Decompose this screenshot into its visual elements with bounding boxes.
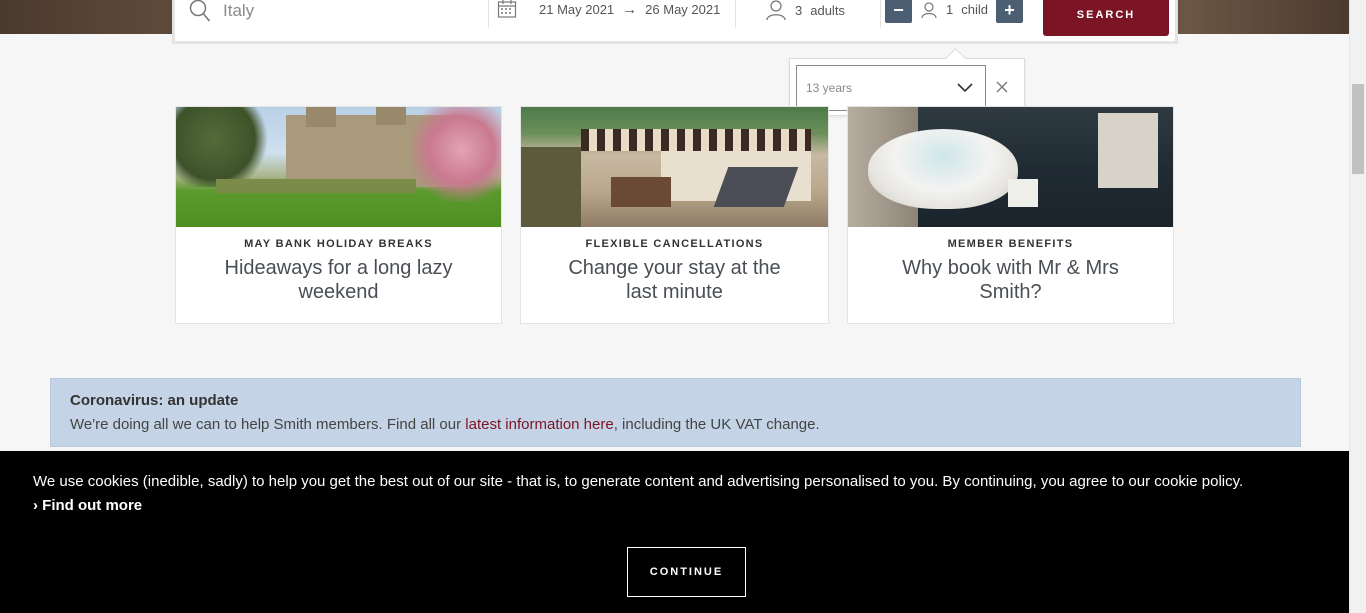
increase-children-button[interactable]: + xyxy=(995,0,1023,23)
children-label: child xyxy=(961,2,988,17)
divider xyxy=(735,0,736,28)
children-count: 1 xyxy=(946,2,954,17)
card-headline: Hideaways for a long lazy weekend xyxy=(224,257,453,303)
card-headline: Why book with Mr & Mrs Smith? xyxy=(902,257,1119,303)
person-icon xyxy=(921,1,937,18)
decrease-children-button[interactable]: − xyxy=(885,0,912,23)
card-image-terrace xyxy=(521,107,828,227)
notice-text-end: , including the UK VAT change. xyxy=(613,416,820,433)
card-kicker: MAY BANK HOLIDAY BREAKS xyxy=(244,238,433,250)
notice-body: We're doing all we can to help Smith mem… xyxy=(70,416,1281,433)
divider xyxy=(880,0,881,28)
cookie-banner: We use cookies (inedible, sadly) to help… xyxy=(0,451,1349,613)
scrollbar-thumb[interactable] xyxy=(1352,84,1364,174)
date-arrow-icon: → xyxy=(622,0,638,18)
search-icon xyxy=(189,0,211,22)
card-kicker: FLEXIBLE CANCELLATIONS xyxy=(585,238,764,250)
promo-card[interactable]: FLEXIBLE CANCELLATIONS Change your stay … xyxy=(520,106,829,324)
calendar-icon xyxy=(497,0,517,18)
person-icon xyxy=(766,0,786,21)
promo-card[interactable]: MEMBER BENEFITS Why book with Mr & Mrs S… xyxy=(847,106,1174,324)
adults-count: 3 xyxy=(795,2,803,18)
search-bar: Italy 21 May 2021 → 26 May 2021 3 adults… xyxy=(172,0,1178,44)
find-out-more-link[interactable]: › Find out more xyxy=(33,494,142,518)
child-age-select[interactable]: 13 years xyxy=(796,65,986,111)
divider xyxy=(488,0,489,28)
close-icon[interactable] xyxy=(994,79,1010,95)
child-age-value: 13 years xyxy=(806,81,853,95)
check-out-date: 26 May 2021 xyxy=(645,1,721,17)
chevron-down-icon xyxy=(957,83,973,93)
date-range-field[interactable]: 21 May 2021 → 26 May 2021 xyxy=(497,0,720,19)
check-in-date: 21 May 2021 xyxy=(539,1,615,17)
notice-text: We're doing all we can to help Smith mem… xyxy=(70,416,466,433)
search-button[interactable]: SEARCH xyxy=(1043,0,1169,36)
continue-button[interactable]: CONTINUE xyxy=(627,547,746,597)
latest-information-link[interactable]: latest information here xyxy=(465,416,613,433)
destination-value: Italy xyxy=(223,1,255,20)
card-kicker: MEMBER BENEFITS xyxy=(947,238,1074,250)
promo-card[interactable]: MAY BANK HOLIDAY BREAKS Hideaways for a … xyxy=(175,106,502,324)
notice-title: Coronavirus: an update xyxy=(70,392,239,409)
adults-label: adults xyxy=(810,2,845,18)
cookie-message: We use cookies (inedible, sadly) to help… xyxy=(33,473,1244,490)
card-image-bathtub xyxy=(848,107,1173,227)
adults-field[interactable]: 3 adults xyxy=(765,0,845,21)
page-scrollbar[interactable] xyxy=(1349,0,1366,613)
card-image-manor-house xyxy=(176,107,501,227)
card-headline: Change your stay at the last minute xyxy=(568,257,781,303)
coronavirus-notice: Coronavirus: an update We're doing all w… xyxy=(50,378,1301,447)
children-stepper: − 1 child + xyxy=(885,0,1023,23)
destination-field[interactable]: Italy xyxy=(189,0,254,23)
